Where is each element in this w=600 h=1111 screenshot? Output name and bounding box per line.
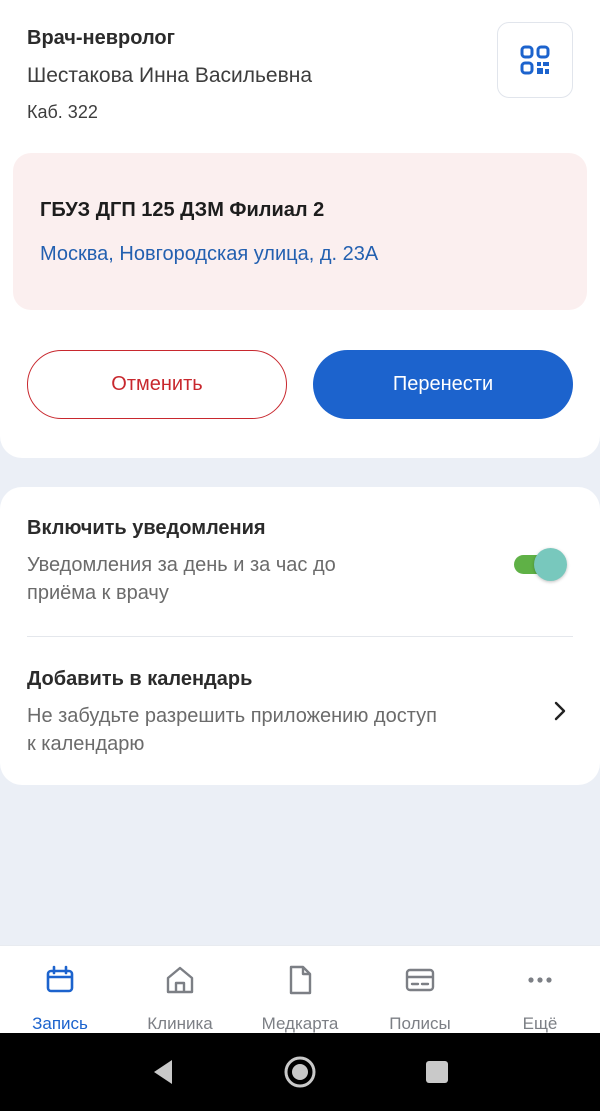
- notifications-title: Включить уведомления: [27, 517, 266, 539]
- calendar-description: Не забудьте разрешить приложению доступ …: [27, 705, 437, 755]
- nav-label: Запись: [32, 1014, 88, 1033]
- document-icon: [289, 965, 312, 995]
- clinic-address-link[interactable]: Москва, Новгородская улица, д. 23А: [40, 243, 378, 266]
- more-icon: [528, 977, 552, 983]
- nav-label: Ещё: [522, 1014, 558, 1033]
- appointment-card: Врач-невролог Шестакова Инна Васильевна …: [0, 0, 600, 458]
- room-number: Каб. 322: [27, 102, 98, 122]
- chevron-right-icon[interactable]: [548, 699, 572, 723]
- nav-label: Полисы: [389, 1014, 451, 1033]
- nav-label: Клиника: [147, 1014, 213, 1033]
- nav-item-clinic[interactable]: Клиника: [120, 946, 240, 1034]
- nav-item-more[interactable]: Ещё: [480, 946, 600, 1034]
- calendar-title: Добавить в календарь: [27, 668, 253, 690]
- divider: [27, 636, 573, 637]
- reschedule-button[interactable]: Перенести: [313, 350, 573, 419]
- recents-icon[interactable]: [420, 1055, 454, 1089]
- system-navigation-bar: [0, 1033, 600, 1111]
- card-icon: [405, 968, 435, 992]
- nav-item-appointments[interactable]: Запись: [0, 946, 120, 1034]
- nav-label: Медкарта: [261, 1014, 339, 1033]
- qr-code-button[interactable]: [497, 22, 573, 98]
- clinic-name: ГБУЗ ДГП 125 ДЗМ Филиал 2: [40, 199, 325, 221]
- notifications-toggle[interactable]: [512, 548, 568, 581]
- clinic-info[interactable]: ГБУЗ ДГП 125 ДЗМ Филиал 2 Москва, Новгор…: [13, 153, 587, 310]
- home-circle-icon[interactable]: [283, 1055, 317, 1089]
- qr-code-icon: [520, 45, 550, 75]
- cancel-button[interactable]: Отменить: [27, 350, 287, 419]
- nav-item-medical-record[interactable]: Медкарта: [240, 946, 360, 1034]
- home-icon: [166, 966, 194, 994]
- settings-card: Включить уведомления Уведомления за день…: [0, 487, 600, 785]
- nav-item-policies[interactable]: Полисы: [360, 946, 480, 1034]
- toggle-knob: [534, 548, 567, 581]
- bottom-navigation: Запись Клиника Медкарта Полисы Ещё: [0, 945, 600, 1033]
- doctor-name: Шестакова Инна Васильевна: [27, 64, 313, 87]
- calendar-icon: [46, 965, 74, 993]
- back-icon[interactable]: [146, 1055, 180, 1089]
- notifications-description: Уведомления за день и за час до приёма к…: [27, 554, 336, 604]
- doctor-specialty: Врач-невролог: [27, 27, 175, 49]
